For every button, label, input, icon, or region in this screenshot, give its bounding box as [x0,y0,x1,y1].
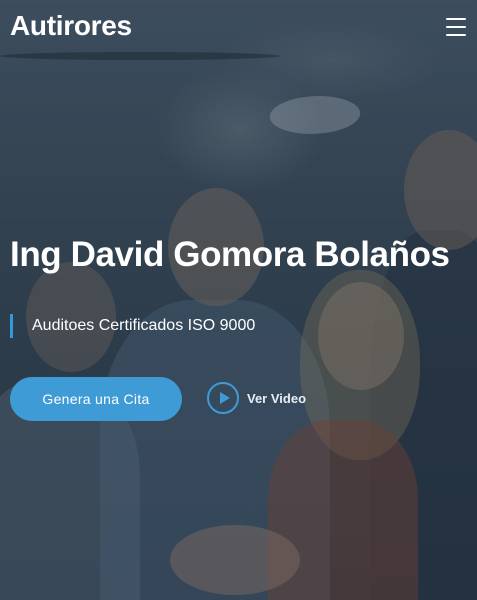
play-icon[interactable] [207,382,239,414]
background-overlay [0,0,477,600]
hero-section: Autirores Ing David Gomora Bolaños Audit… [0,0,477,600]
watch-video-label[interactable]: Ver Video [247,391,306,406]
hero-subtitle: Auditoes Certificados ISO 9000 [32,317,256,334]
hero-title: Ing David Gomora Bolaños [10,235,450,274]
book-appointment-button[interactable]: Genera una Cita [10,377,182,421]
hero-subtitle-block: Auditoes Certificados ISO 9000 [10,314,255,338]
site-logo[interactable]: Autirores [10,10,132,42]
watch-video-link[interactable]: Ver Video [207,382,306,414]
hamburger-icon[interactable] [446,18,468,38]
